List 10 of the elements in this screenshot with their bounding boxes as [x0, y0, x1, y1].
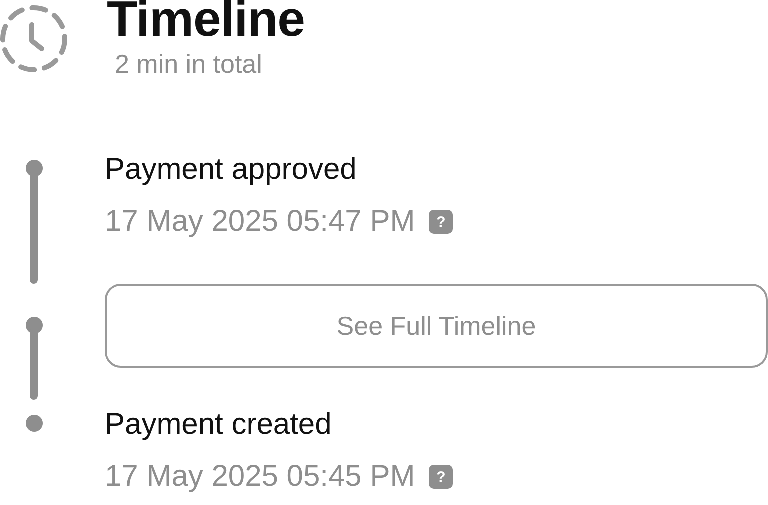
event-time: 17 May 2025 05:45 PM [105, 459, 416, 495]
help-badge[interactable]: ? [429, 465, 454, 489]
see-full-timeline-button[interactable]: See Full Timeline [105, 284, 768, 368]
event-title: Payment approved [105, 152, 358, 188]
clock-icon [0, 5, 68, 73]
event-time: 17 May 2025 05:47 PM [105, 204, 416, 240]
timeline-dot [26, 415, 42, 432]
total-duration: 2 min in total [115, 48, 264, 80]
event-title: Payment created [105, 407, 333, 443]
help-badge[interactable]: ? [429, 210, 454, 234]
